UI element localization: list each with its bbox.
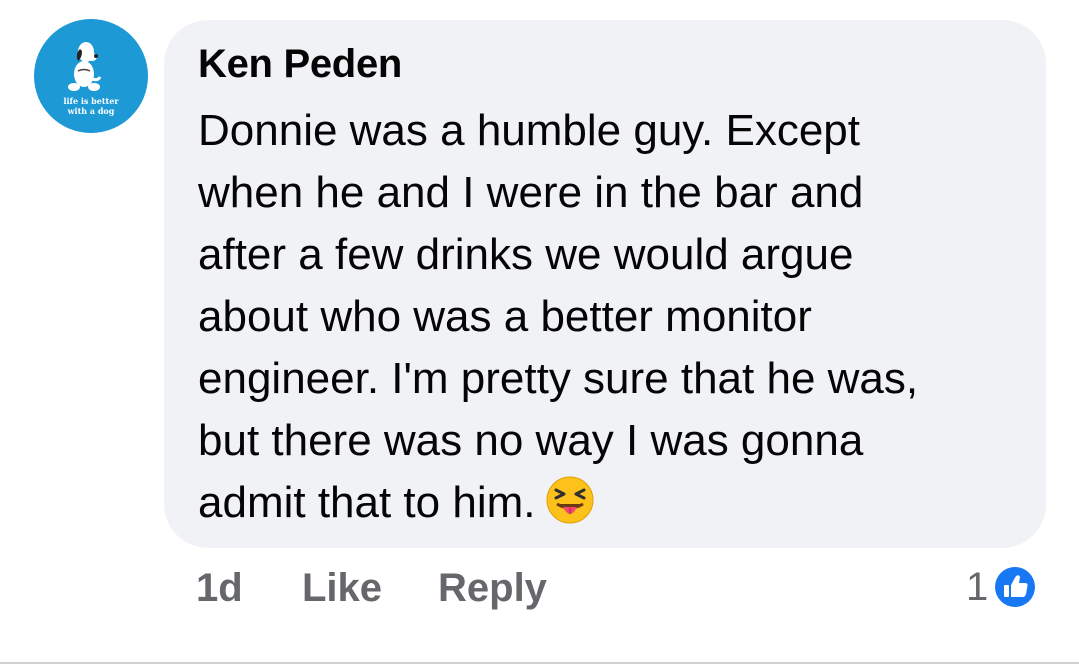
- comment-line: Donnie was a humble guy. Except: [198, 106, 860, 155]
- avatar-text-line-1: life is better: [63, 96, 119, 106]
- comment-screen: life is better with a dog Ken Peden Donn…: [0, 0, 1079, 672]
- comment-line: admit that to him.: [198, 478, 536, 527]
- comment-text: Donnie was a humble guy. Except when he …: [198, 100, 1028, 534]
- comment-line: when he and I were in the bar and: [198, 168, 864, 217]
- comment-line: about who was a better monitor: [198, 292, 812, 341]
- like-thumb-icon: [993, 565, 1038, 609]
- like-button[interactable]: Like: [302, 566, 382, 611]
- avatar-text-line-2: with a dog: [67, 106, 115, 116]
- reaction-summary[interactable]: 1: [966, 562, 1038, 612]
- comment-line: after a few drinks we would argue: [198, 230, 854, 279]
- divider: [0, 662, 1079, 664]
- comment-timestamp[interactable]: 1d: [196, 566, 243, 611]
- squinting-face-with-tongue-icon: [546, 476, 594, 524]
- reply-button[interactable]: Reply: [438, 566, 547, 611]
- reaction-count: 1: [966, 564, 989, 609]
- comment-author[interactable]: Ken Peden: [198, 42, 402, 87]
- comment-last-line: admit that to him.: [198, 472, 1028, 534]
- dog-logo-icon: life is better with a dog: [63, 42, 119, 116]
- comment-line: engineer. I'm pretty sure that he was,: [198, 354, 919, 403]
- comment-line: but there was no way I was gonna: [198, 416, 864, 465]
- avatar[interactable]: life is better with a dog: [34, 19, 148, 133]
